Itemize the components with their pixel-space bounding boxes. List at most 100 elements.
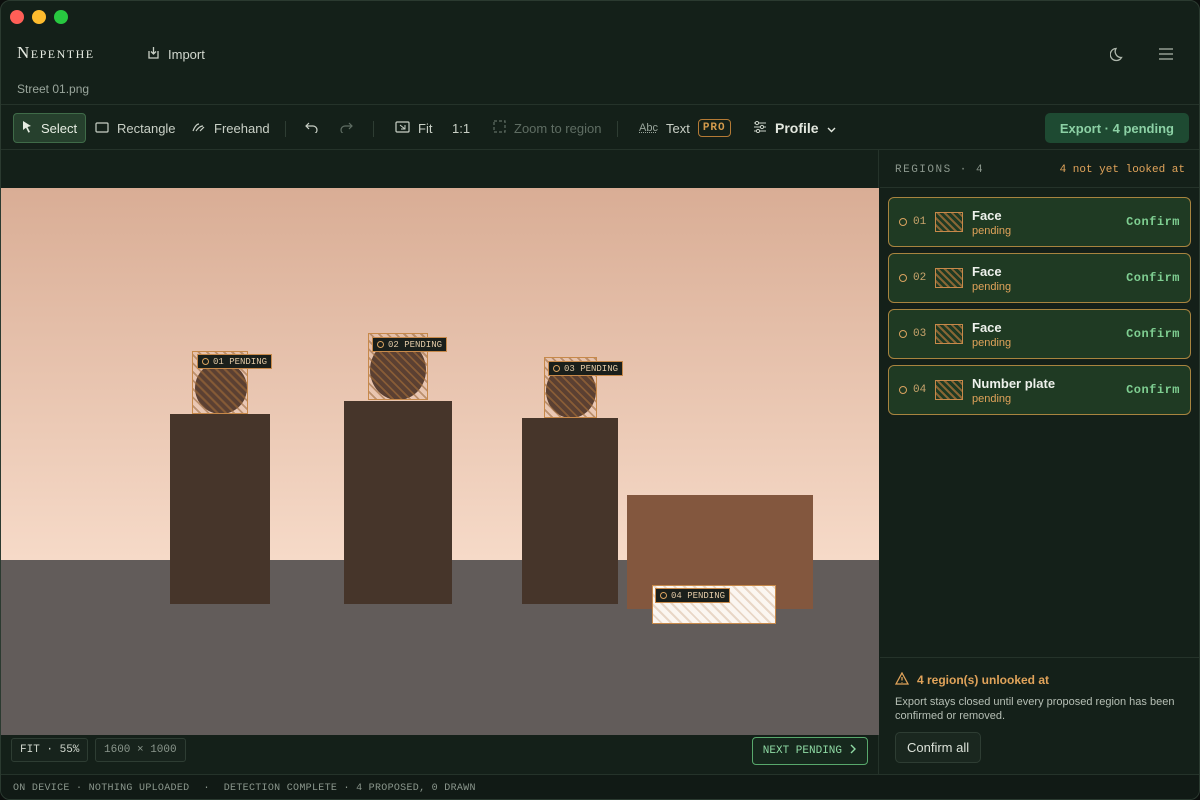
zoom-level-chip[interactable]: FIT · 55% xyxy=(11,738,89,762)
region-tag-label: 04 PENDING xyxy=(671,590,726,601)
region-status: pending xyxy=(972,336,1012,349)
regions-panel: REGIONS · 4 4 not yet looked at 01 Face … xyxy=(880,150,1199,774)
actual-size-button[interactable]: 1:1 xyxy=(444,113,478,143)
confirm-all-button[interactable]: Confirm all xyxy=(895,732,982,763)
warning-heading: 4 region(s) unlooked at xyxy=(894,671,1050,688)
next-pending-button[interactable]: NEXT PENDING xyxy=(751,737,868,765)
region-card-03[interactable]: 03 Face pending Confirm xyxy=(888,309,1191,359)
confirm-button[interactable]: Confirm xyxy=(1126,327,1180,341)
confirm-button[interactable]: Confirm xyxy=(1126,383,1180,397)
pending-ring-icon xyxy=(660,592,667,599)
redo-icon xyxy=(339,121,353,136)
privacy-status: ON DEVICE · NOTHING UPLOADED xyxy=(13,782,190,794)
region-tag-04[interactable]: 04 PENDING xyxy=(655,588,731,603)
sliders-icon xyxy=(753,120,767,136)
minimize-window-button[interactable] xyxy=(32,10,46,24)
region-number: 01 xyxy=(913,216,927,228)
pro-badge: PRO xyxy=(697,119,731,137)
toolbar-divider xyxy=(617,121,618,137)
chevron-down-icon xyxy=(827,121,836,136)
region-tag-label: 01 PENDING xyxy=(213,356,268,367)
pending-ring-icon xyxy=(202,358,209,365)
pending-ring-icon xyxy=(899,218,907,226)
actual-size-label: 1:1 xyxy=(452,120,471,136)
detection-status: DETECTION COMPLETE · 4 PROPOSED, 0 DRAWN xyxy=(223,782,476,794)
toolbar-divider xyxy=(285,121,286,137)
region-thumbnail xyxy=(935,324,963,344)
rectangle-tool-button[interactable]: Rectangle xyxy=(87,113,184,143)
zoom-to-region-button[interactable]: Zoom to region xyxy=(485,113,609,143)
region-title: Number plate xyxy=(972,375,1056,391)
next-pending-label: NEXT PENDING xyxy=(762,745,842,757)
pending-ring-icon xyxy=(899,274,907,282)
person-figure xyxy=(522,418,618,604)
warning-title: 4 region(s) unlooked at xyxy=(917,673,1050,687)
freehand-pen-icon xyxy=(191,120,206,136)
theme-toggle-moon-icon[interactable] xyxy=(1107,43,1129,65)
import-icon xyxy=(147,46,160,62)
app-brand: Nepenthe xyxy=(17,43,95,62)
region-card-02[interactable]: 02 Face pending Confirm xyxy=(888,253,1191,303)
pending-ring-icon xyxy=(377,341,384,348)
region-number: 04 xyxy=(913,384,927,396)
region-card-01[interactable]: 01 Face pending Confirm xyxy=(888,197,1191,247)
maximize-window-button[interactable] xyxy=(54,10,68,24)
pending-ring-icon xyxy=(899,386,907,394)
export-button[interactable]: Export · 4 pending xyxy=(1044,113,1189,143)
status-bar: ON DEVICE · NOTHING UPLOADED · DETECTION… xyxy=(1,774,1199,799)
confirm-button[interactable]: Confirm xyxy=(1126,271,1180,285)
cursor-arrow-icon xyxy=(22,120,33,136)
image-canvas[interactable]: 01 PENDING 02 PENDING 03 PENDING 04 PEND… xyxy=(1,150,879,774)
import-button[interactable]: Import xyxy=(141,43,211,65)
select-tool-label: Select xyxy=(41,120,78,136)
zoom-region-icon xyxy=(493,120,506,136)
region-number: 02 xyxy=(913,272,927,284)
text-detection-toggle[interactable]: Abc Text PRO xyxy=(631,113,739,143)
undo-button[interactable] xyxy=(297,113,327,143)
fit-button[interactable]: Fit xyxy=(387,113,440,143)
select-tool-button[interactable]: Select xyxy=(13,113,87,143)
freehand-tool-label: Freehand xyxy=(214,120,270,136)
toolbar: Select Rectangle Freehand Fit 1:1 Zoom t… xyxy=(1,104,1199,150)
rectangle-tool-label: Rectangle xyxy=(117,120,176,136)
toolbar-divider xyxy=(373,121,374,137)
status-separator: · xyxy=(203,782,210,794)
freehand-tool-button[interactable]: Freehand xyxy=(183,113,278,143)
warning-triangle-icon xyxy=(894,671,910,688)
close-window-button[interactable] xyxy=(10,10,24,24)
profile-dropdown[interactable]: Profile xyxy=(745,113,844,143)
export-warning: 4 region(s) unlooked at Export stays clo… xyxy=(880,657,1199,774)
region-tag-label: 02 PENDING xyxy=(388,339,443,350)
menu-hamburger-icon[interactable] xyxy=(1155,43,1177,65)
zoom-to-region-label: Zoom to region xyxy=(514,120,602,136)
region-status: pending xyxy=(972,280,1012,293)
panel-divider xyxy=(880,187,1199,188)
region-status: pending xyxy=(972,224,1012,237)
fit-label: Fit xyxy=(418,120,433,136)
undo-icon xyxy=(305,121,319,136)
region-tag-03[interactable]: 03 PENDING xyxy=(548,361,624,376)
app-window: Nepenthe Import Street 01.png Select Rec… xyxy=(0,0,1200,800)
confirm-button[interactable]: Confirm xyxy=(1126,215,1180,229)
region-thumbnail xyxy=(935,212,963,232)
person-figure xyxy=(344,401,452,604)
region-tag-02[interactable]: 02 PENDING xyxy=(372,337,448,352)
region-tag-label: 03 PENDING xyxy=(564,363,619,374)
redo-button[interactable] xyxy=(331,113,361,143)
region-status: pending xyxy=(972,392,1012,405)
file-name: Street 01.png xyxy=(17,82,90,96)
pending-ring-icon xyxy=(899,330,907,338)
region-tag-01[interactable]: 01 PENDING xyxy=(197,354,273,369)
region-card-04[interactable]: 04 Number plate pending Confirm xyxy=(888,365,1191,415)
region-title: Face xyxy=(972,207,1002,223)
unlooked-count: 4 not yet looked at xyxy=(1059,164,1185,176)
image-dimensions-chip: 1600 × 1000 xyxy=(95,738,186,762)
warning-body: Export stays closed until every proposed… xyxy=(895,696,1175,722)
profile-label: Profile xyxy=(775,120,819,136)
region-thumbnail xyxy=(935,380,963,400)
text-abc-icon: Abc xyxy=(639,122,658,134)
image-preview[interactable]: 01 PENDING 02 PENDING 03 PENDING 04 PEND… xyxy=(1,188,879,735)
window-controls xyxy=(10,10,68,24)
region-title: Face xyxy=(972,263,1002,279)
region-number: 03 xyxy=(913,328,927,340)
